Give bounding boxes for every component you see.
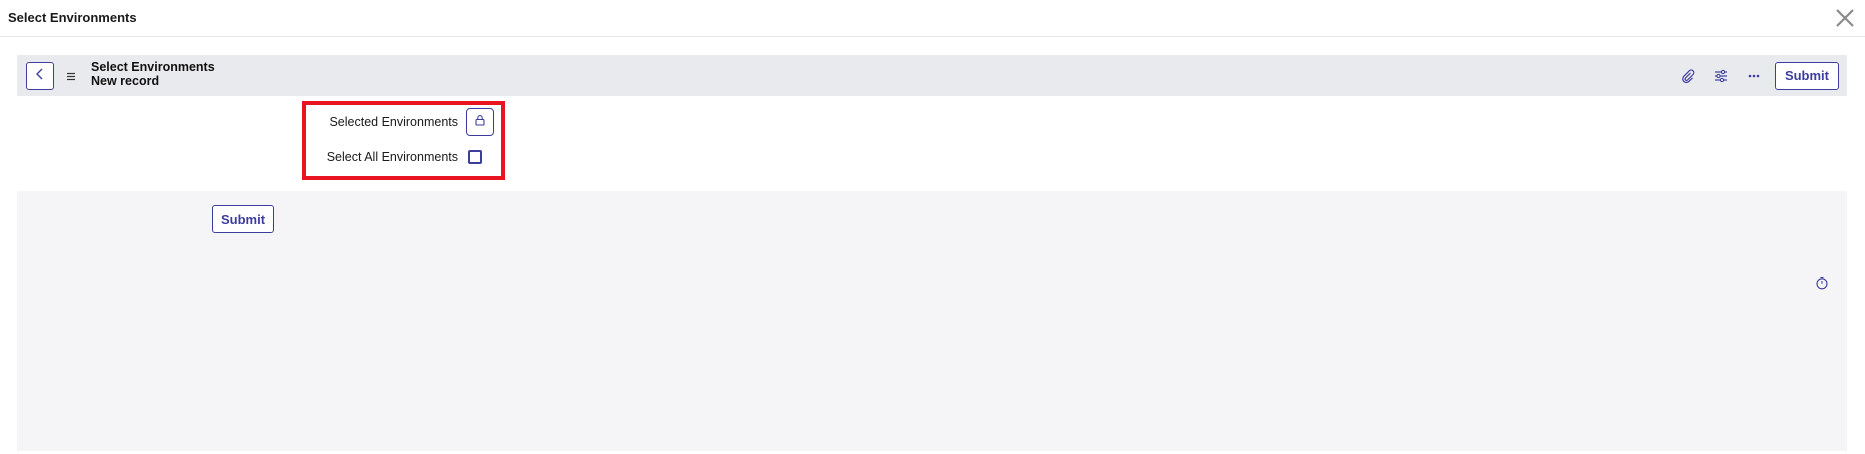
header-actions: Submit xyxy=(1672,61,1839,90)
modal-title: Select Environments xyxy=(8,10,137,25)
record-title: Select Environments xyxy=(91,60,215,74)
form-footer-area xyxy=(17,191,1847,451)
select-all-environments-checkbox[interactable] xyxy=(468,150,482,164)
lock-button[interactable] xyxy=(466,108,494,136)
submit-button-footer[interactable]: Submit xyxy=(212,205,275,233)
chevron-left-icon xyxy=(34,67,46,85)
close-icon[interactable] xyxy=(1833,6,1857,30)
sliders-icon[interactable] xyxy=(1705,61,1738,90)
more-icon[interactable] xyxy=(1738,61,1771,90)
hamburger-icon[interactable] xyxy=(65,69,77,81)
select-all-environments-label: Select All Environments xyxy=(326,150,458,164)
selected-environments-label: Selected Environments xyxy=(329,115,458,129)
form-header: Select Environments New record Submit xyxy=(17,55,1847,96)
back-button[interactable] xyxy=(26,62,54,90)
submit-button-header[interactable]: Submit xyxy=(1774,61,1839,90)
selected-environments-row: Selected Environments xyxy=(308,108,494,136)
select-all-environments-row: Select All Environments xyxy=(308,143,482,171)
header-text: Select Environments New record xyxy=(91,60,215,88)
lock-icon xyxy=(474,113,486,131)
modal-title-bar: Select Environments xyxy=(0,0,1865,37)
record-subtitle: New record xyxy=(91,74,160,88)
stopwatch-icon[interactable] xyxy=(1815,276,1829,290)
paperclip-icon[interactable] xyxy=(1672,61,1705,90)
